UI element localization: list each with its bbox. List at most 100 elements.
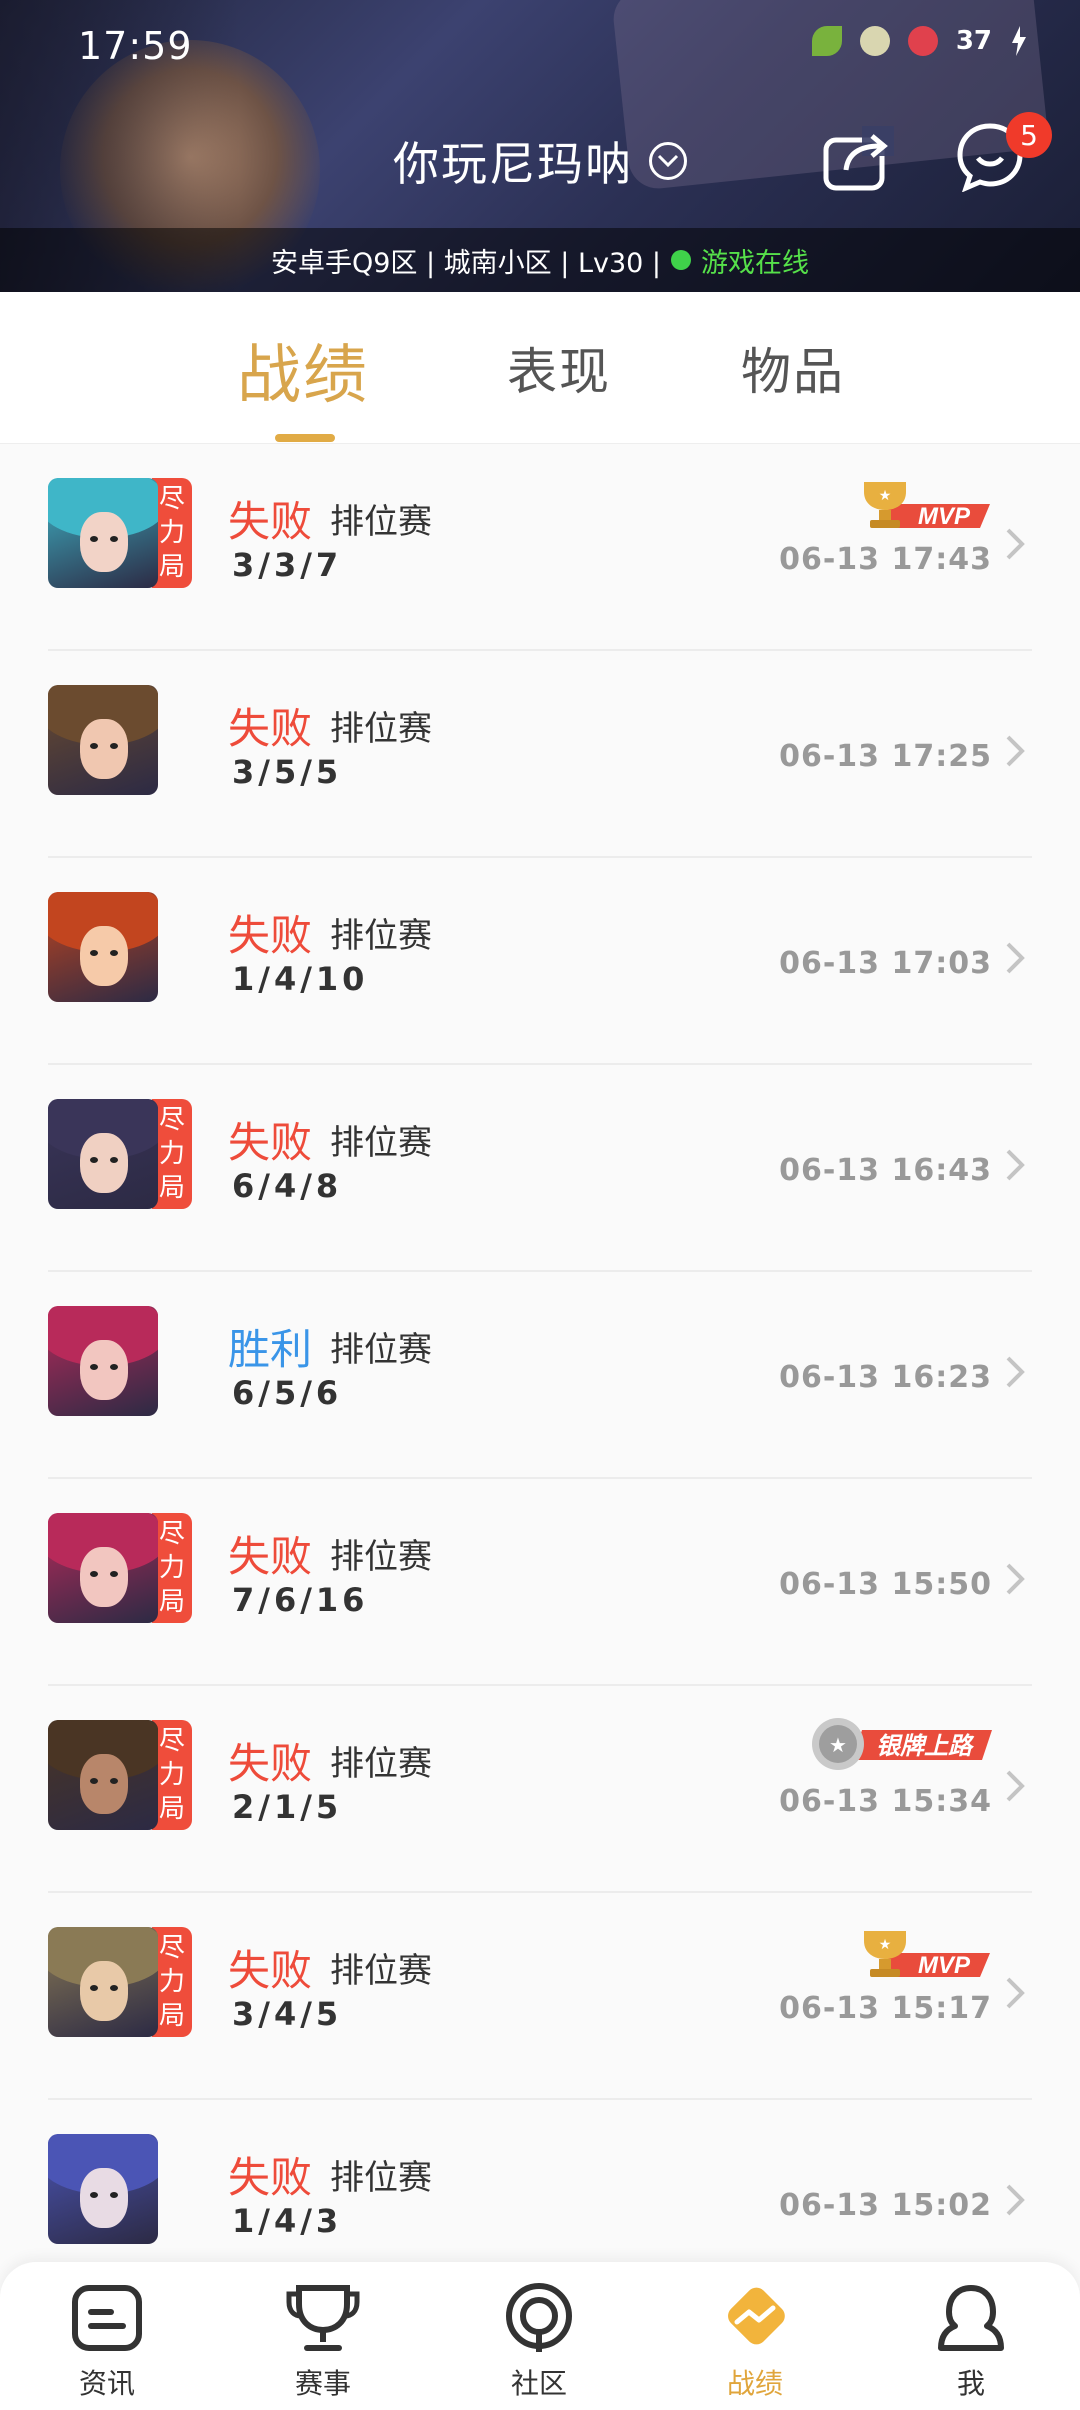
strawberry-icon [907, 26, 938, 56]
hero-avatar-eye [90, 950, 98, 956]
charging-icon [1012, 26, 1026, 56]
username-selector[interactable]: 你玩尼玛呐 [0, 128, 1080, 194]
hero-avatar-face [80, 1754, 128, 1814]
nav-community-label: 社区 [510, 2367, 567, 2400]
server-info: 安卓手Q9区 | 城南小区 | Lv30 | [270, 247, 661, 279]
effort-tag-char: 力 [158, 1139, 185, 1169]
share-icon[interactable] [822, 126, 894, 192]
tab-records[interactable]: 战绩 [237, 324, 369, 416]
app-notification-icon [859, 26, 890, 56]
match-row[interactable]: 尽力局 失败 排位赛 3/3/7 ★ MVP 06-13 17:43 [48, 444, 1032, 651]
effort-tag: 尽力局 [152, 1513, 192, 1623]
match-time: 06-13 17:03 [779, 946, 992, 981]
match-result: 失败 [228, 1946, 313, 1995]
chevron-right-icon [1006, 2184, 1025, 2216]
chevron-right-icon [1006, 1356, 1025, 1388]
silver-medal-badge: ★ 银牌上路 [812, 1718, 992, 1770]
match-result: 胜利 [228, 1325, 313, 1374]
match-kda: 1/4/3 [232, 2202, 343, 2240]
chevron-right-icon [1006, 942, 1025, 974]
match-row[interactable]: 失败 排位赛 1/4/10 06-13 17:03 [48, 858, 1032, 1065]
hero-avatar-face [80, 2168, 128, 2228]
match-result: 失败 [228, 704, 313, 753]
effort-tag-char: 尽 [158, 1933, 185, 1963]
effort-tag-char: 局 [158, 1173, 185, 1203]
message-badge: 5 [1006, 112, 1052, 158]
tab-items[interactable]: 物品 [741, 332, 845, 404]
mvp-label: MVP [918, 503, 971, 530]
match-time: 06-13 15:50 [779, 1567, 992, 1602]
hero-avatar [48, 1306, 158, 1416]
match-mode: 排位赛 [330, 916, 432, 956]
effort-tag-char: 力 [158, 518, 185, 548]
match-row[interactable]: 尽力局 失败 排位赛 2/1/5 ★ 银牌上路 06-13 15:34 [48, 1686, 1032, 1893]
match-kda: 6/4/8 [232, 1167, 343, 1205]
match-result: 失败 [228, 1739, 313, 1788]
match-row[interactable]: 胜利 排位赛 6/5/6 06-13 16:23 [48, 1272, 1032, 1479]
hero-avatar-group [48, 2134, 158, 2244]
match-row[interactable]: 尽力局 失败 排位赛 3/4/5 ★ MVP 06-13 15:17 [48, 1893, 1032, 2100]
match-row[interactable]: 尽力局 失败 排位赛 6/4/8 06-13 16:43 [48, 1065, 1032, 1272]
tab-performance[interactable]: 表现 [507, 332, 611, 404]
nav-profile-label: 我 [956, 2367, 985, 2400]
chevron-right-icon [1006, 528, 1025, 560]
match-time: 06-13 17:43 [779, 542, 992, 577]
match-kda: 2/1/5 [232, 1788, 343, 1826]
match-kda: 3/3/7 [232, 546, 343, 584]
effort-tag-char: 力 [158, 1967, 185, 1997]
nav-community[interactable]: 社区 [479, 2282, 599, 2402]
hero-avatar-eye [110, 1157, 118, 1163]
hero-avatar [48, 1720, 158, 1830]
match-mode: 排位赛 [330, 502, 432, 542]
nav-profile[interactable]: 我 [911, 2282, 1031, 2402]
profile-icon [938, 2285, 1004, 2351]
effort-tag-char: 局 [158, 2001, 185, 2031]
hero-avatar-face [80, 926, 128, 986]
nav-events[interactable]: 赛事 [263, 2282, 383, 2402]
match-row[interactable]: 失败 排位赛 3/5/5 06-13 17:25 [48, 651, 1032, 858]
news-icon [72, 2285, 142, 2351]
mvp-label: MVP [918, 1952, 971, 1979]
nav-records[interactable]: 战绩 [695, 2282, 815, 2402]
nav-news[interactable]: 资讯 [47, 2282, 167, 2402]
hero-avatar-eye [110, 1985, 118, 1991]
match-kda: 3/4/5 [232, 1995, 343, 2033]
match-time: 06-13 16:23 [779, 1360, 992, 1395]
effort-tag-char: 局 [158, 1587, 185, 1617]
hero-avatar [48, 1927, 158, 2037]
record-icon [728, 2287, 785, 2345]
nav-events-label: 赛事 [294, 2367, 351, 2400]
effort-tag: 尽力局 [152, 478, 192, 588]
match-time: 06-13 17:25 [779, 739, 992, 774]
hero-avatar [48, 892, 158, 1002]
effort-tag-char: 力 [158, 1553, 185, 1583]
match-kda: 6/5/6 [232, 1374, 343, 1412]
hero-avatar-group: 尽力局 [48, 1513, 192, 1623]
chevron-right-icon [1006, 1977, 1025, 2009]
online-status: 游戏在线 [701, 247, 809, 279]
match-kda: 1/4/10 [232, 960, 369, 998]
hero-avatar-group [48, 1306, 158, 1416]
hero-avatar-face [80, 1133, 128, 1193]
effort-tag-char: 尽 [158, 1105, 185, 1135]
hero-avatar-group [48, 892, 158, 1002]
svg-text:★: ★ [829, 1733, 847, 1757]
effort-tag: 尽力局 [152, 1099, 192, 1209]
hero-avatar [48, 1513, 158, 1623]
effort-tag-char: 尽 [158, 1519, 185, 1549]
battery-level: 37 [955, 26, 992, 56]
hero-avatar-eye [110, 1571, 118, 1577]
hero-avatar-eye [110, 1778, 118, 1784]
effort-tag: 尽力局 [152, 1720, 192, 1830]
match-row[interactable]: 尽力局 失败 排位赛 7/6/16 06-13 15:50 [48, 1479, 1032, 1686]
effort-tag-char: 力 [158, 1760, 185, 1790]
hero-avatar-face [80, 719, 128, 779]
chevron-right-icon [1006, 1149, 1025, 1181]
chevron-right-icon [1006, 1770, 1025, 1802]
header: 17:59 37 你玩尼玛呐 5 安卓手Q9区 | 城南小区 | Lv30 | … [0, 0, 1080, 292]
match-result: 失败 [228, 497, 313, 546]
status-icons: 37 [811, 26, 1028, 56]
hero-avatar-group [48, 685, 158, 795]
chevron-right-icon [1006, 735, 1025, 767]
match-list: 尽力局 失败 排位赛 3/3/7 ★ MVP 06-13 17:43 失败 排位… [0, 444, 1080, 2307]
